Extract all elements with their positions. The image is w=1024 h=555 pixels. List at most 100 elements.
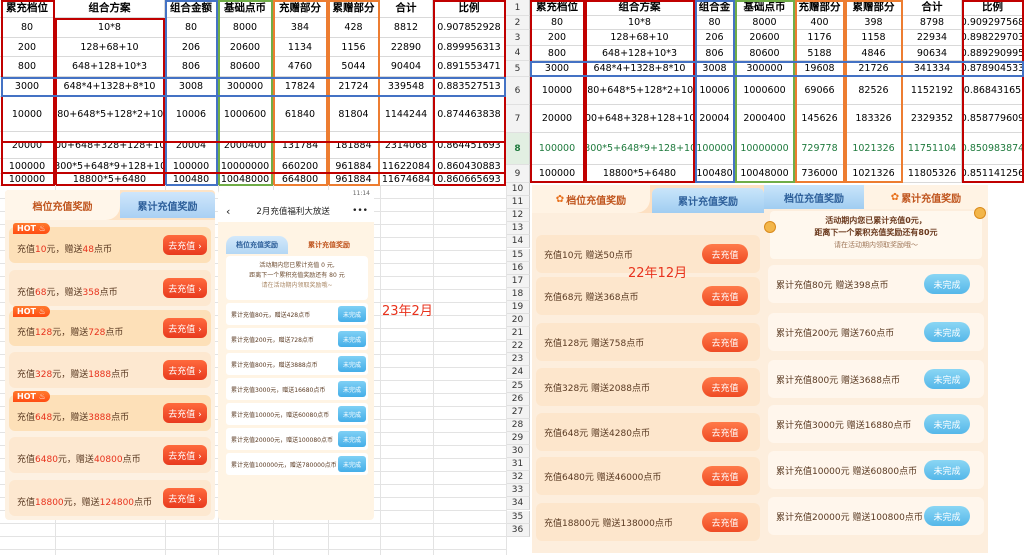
dec-cumulative-text: 累计充值200元 赠送760点币 [776, 328, 895, 339]
row-number[interactable]: 9 [506, 165, 530, 183]
row-number[interactable]: 6 [506, 77, 530, 105]
dec-cumulative-item: 累计充值20000元 赠送100800点币 未完成 [768, 497, 984, 535]
dec-right-tab-cumulative[interactable]: ✿ 累计充值奖励 [864, 185, 988, 209]
right-table-cell: 648*4+1328+8*10 [585, 61, 695, 77]
row-number[interactable]: 18 [506, 287, 530, 301]
go-recharge-button[interactable]: 去充值 [702, 512, 748, 532]
phone-reward-item: 累计充值80元，赠送428点币 未完成 [226, 303, 368, 325]
grid-line [0, 523, 506, 524]
row-number[interactable]: 25 [506, 379, 530, 393]
feb-reward-suffix: 点币 [111, 412, 130, 423]
not-completed-button[interactable]: 未完成 [338, 331, 366, 347]
dec-reward-item: 充值328元 赠送2088点币 去充值 [536, 368, 760, 406]
not-completed-button[interactable]: 未完成 [924, 274, 970, 294]
right-table-cell: 0.86843165 [962, 77, 1024, 105]
feb-reward-bonus: 40800 [93, 454, 123, 465]
grid-line [433, 185, 434, 555]
not-completed-button[interactable]: 未完成 [338, 381, 366, 397]
row-number[interactable]: 26 [506, 392, 530, 406]
phone-time: 11:14 [352, 190, 370, 197]
go-recharge-button[interactable]: 去充值 [702, 422, 748, 442]
dec-tab-tier[interactable]: ✿ 档位充值奖励 [532, 185, 650, 213]
not-completed-button[interactable]: 未完成 [924, 460, 970, 480]
row-number[interactable]: 15 [506, 248, 530, 262]
dec-cumulative-text: 累计充值80元 赠送398点币 [776, 280, 889, 291]
row-number[interactable]: 29 [506, 431, 530, 445]
not-completed-button[interactable]: 未完成 [338, 431, 366, 447]
row-number[interactable]: 11 [506, 196, 530, 210]
not-completed-button[interactable]: 未完成 [338, 306, 366, 322]
row-number[interactable]: 17 [506, 274, 530, 288]
feb-tab-tier[interactable]: 档位充值奖励 [5, 190, 120, 220]
row-number[interactable]: 3 [506, 30, 530, 46]
row-number[interactable]: 34 [506, 497, 530, 511]
feb-reward-text: 充值648元，赠送3888点币 [17, 410, 129, 423]
more-icon[interactable]: ••• [352, 206, 368, 216]
go-recharge-button[interactable]: 去充值 › [163, 278, 207, 298]
row-number[interactable]: 31 [506, 458, 530, 472]
dec-right-tab-tier[interactable]: 档位充值奖励 [764, 185, 864, 209]
row-number[interactable]: 2 [506, 16, 530, 30]
go-recharge-button[interactable]: 去充值 › [163, 318, 207, 338]
row-number[interactable]: 20 [506, 314, 530, 328]
phone-title: 2月充值福利大放送 [256, 207, 330, 217]
go-recharge-button[interactable]: 去充值 › [163, 445, 207, 465]
go-recharge-button[interactable]: 去充值 [702, 244, 748, 264]
row-number[interactable]: 4 [506, 46, 530, 61]
row-number[interactable]: 1 [506, 0, 530, 16]
label-feb-2023: 23年2月 [382, 304, 433, 319]
row-number[interactable]: 35 [506, 510, 530, 524]
feb-tab-cumulative-label: 累计充值奖励 [137, 201, 198, 213]
go-recharge-button[interactable]: 去充值 › [163, 235, 207, 255]
row-number[interactable]: 16 [506, 261, 530, 275]
not-completed-button[interactable]: 未完成 [338, 356, 366, 372]
row-number[interactable]: 30 [506, 445, 530, 459]
not-completed-button[interactable]: 未完成 [338, 406, 366, 422]
right-table-cell: 11751104 [903, 133, 962, 165]
dec-reward-text: 充值18800元 赠送138000点币 [544, 518, 673, 529]
go-recharge-button[interactable]: 去充值 [702, 466, 748, 486]
back-arrow-icon[interactable]: ‹ [226, 205, 230, 218]
go-recharge-button[interactable]: 去充值 [702, 332, 748, 352]
right-table-cell: 80 [530, 16, 585, 30]
row-number[interactable]: 7 [506, 105, 530, 133]
dec-notice-line3: 请在活动期内领取奖励哦～ [834, 241, 918, 249]
row-number[interactable]: 36 [506, 523, 530, 537]
dec-reward-text: 充值6480元 赠送46000点币 [544, 472, 662, 483]
dec-tab-cumulative[interactable]: 累计充值奖励 [652, 188, 764, 213]
go-recharge-button[interactable]: 去充值 [702, 286, 748, 306]
feb-tab-cumulative[interactable]: 累计充值奖励 [120, 192, 215, 218]
not-completed-button[interactable]: 未完成 [924, 322, 970, 342]
phone-tab-tier[interactable]: 档位充值奖励 [226, 236, 288, 254]
row-number[interactable]: 27 [506, 405, 530, 419]
row-number[interactable]: 10 [506, 183, 530, 197]
row-number[interactable]: 14 [506, 235, 530, 249]
row-number[interactable]: 23 [506, 353, 530, 367]
row-number[interactable]: 19 [506, 300, 530, 314]
row-number[interactable]: 5 [506, 61, 530, 77]
not-completed-button[interactable]: 未完成 [924, 414, 970, 434]
right-table-cell: 20004 [695, 105, 735, 133]
not-completed-button[interactable]: 未完成 [924, 369, 970, 389]
go-recharge-button[interactable]: 去充值 [702, 377, 748, 397]
row-number[interactable]: 22 [506, 340, 530, 354]
go-recharge-button[interactable]: 去充值 › [163, 403, 207, 423]
row-number[interactable]: 21 [506, 327, 530, 341]
row-number[interactable]: 33 [506, 484, 530, 498]
dec-tab-tier-label: 档位充值奖励 [566, 195, 627, 207]
not-completed-button[interactable]: 未完成 [338, 456, 366, 472]
row-number[interactable]: 24 [506, 366, 530, 380]
go-recharge-button[interactable]: 去充值 › [163, 488, 207, 508]
go-recharge-button[interactable]: 去充值 › [163, 360, 207, 380]
row-number[interactable]: 12 [506, 209, 530, 223]
right-table-header-cell: 累充档位 [530, 0, 585, 16]
not-completed-button[interactable]: 未完成 [924, 506, 970, 526]
row-number[interactable]: 32 [506, 471, 530, 485]
row-number[interactable]: 28 [506, 418, 530, 432]
row-number[interactable]: 13 [506, 222, 530, 236]
right-table-cell: 5188 [795, 46, 845, 61]
row-number[interactable]: 8 [506, 133, 530, 165]
feb-reward-pre: 充值 [17, 244, 36, 255]
feb-reward-bonus: 358 [82, 287, 100, 298]
phone-tab-cumulative[interactable]: 累计充值奖励 [290, 236, 368, 254]
